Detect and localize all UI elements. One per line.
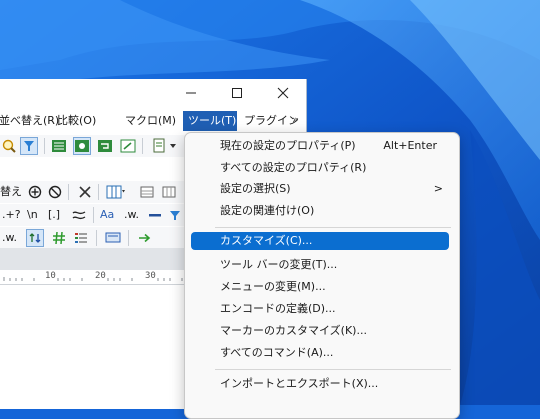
menu-item-label: マーカーのカスタマイズ(K)...	[220, 324, 367, 337]
match-case-button[interactable]: Aa	[100, 207, 114, 223]
grid-icon[interactable]	[138, 183, 156, 201]
menu-item-toolbar-change[interactable]: ツール バーの変更(T)...	[191, 254, 451, 276]
menu-separator	[215, 227, 451, 228]
document-icon[interactable]	[150, 137, 168, 155]
toolbar-separator	[98, 184, 99, 200]
menu-item-select-config[interactable]: 設定の選択(S) >	[191, 178, 451, 200]
minimize-button[interactable]	[168, 79, 214, 107]
tools-cross-icon[interactable]	[76, 183, 94, 201]
word-button[interactable]: .w.	[2, 230, 17, 246]
menu-item-label: すべてのコマンド(A)...	[220, 346, 334, 359]
menu-plugins[interactable]: プラグイン	[244, 111, 299, 131]
swap-icon[interactable]	[26, 229, 44, 247]
block-icon[interactable]	[46, 183, 64, 201]
menu-macro[interactable]: マクロ(M)	[125, 111, 176, 131]
menu-item-label: 設定の関連付け(O)	[220, 204, 315, 217]
menu-item-encoding-definition[interactable]: エンコードの定義(D)...	[191, 298, 451, 320]
menu-item-menu-change[interactable]: メニューの変更(M)...	[191, 276, 451, 298]
toolbar-separator	[44, 138, 45, 154]
menu-item-label: インポートとエクスポート(X)...	[220, 377, 379, 390]
menu-item-label: 現在の設定のプロパティ(P)	[220, 139, 356, 152]
menu-item-all-commands[interactable]: すべてのコマンド(A)...	[191, 342, 451, 364]
monitor-icon[interactable]	[104, 229, 122, 247]
tools-menu: 現在の設定のプロパティ(P) Alt+Enter すべての設定のプロパティ(R)…	[184, 132, 460, 419]
title-bar	[0, 79, 306, 107]
menu-overflow-chevron[interactable]: »	[292, 113, 299, 126]
approx-icon[interactable]	[70, 206, 88, 224]
regex-button[interactable]: .+?	[2, 207, 21, 223]
columns-icon[interactable]	[105, 183, 127, 201]
list-view-icon[interactable]	[50, 137, 68, 155]
menu-item-shortcut: Alt+Enter	[383, 139, 437, 152]
menu-item-config-association[interactable]: 設定の関連付け(O)	[191, 200, 451, 222]
menu-bar: 並べ替え(R) 比較(O) マクロ(M) ツール(T) プラグイン »	[0, 111, 306, 131]
bracket-button[interactable]: [.]	[48, 207, 60, 223]
add-icon[interactable]	[26, 183, 44, 201]
menu-item-label: 設定の選択(S)	[220, 182, 291, 195]
escape-button[interactable]: \n	[27, 207, 38, 223]
menu-separator	[215, 369, 451, 370]
submenu-arrow-icon: >	[433, 182, 443, 195]
menu-compare[interactable]: 比較(O)	[57, 111, 111, 131]
toolbar-separator	[142, 138, 143, 154]
find-icon[interactable]	[0, 137, 18, 155]
split-view-icon[interactable]	[73, 137, 91, 155]
menu-sort[interactable]: 並べ替え(R)	[0, 111, 59, 131]
sort-label[interactable]: 替え	[0, 184, 22, 200]
toolbar-separator	[93, 207, 94, 223]
toolbar-separator	[128, 230, 129, 246]
menu-item-import-export[interactable]: インポートとエクスポート(X)...	[191, 373, 451, 395]
maximize-icon	[232, 88, 242, 98]
filter-icon[interactable]	[20, 137, 38, 155]
menu-item-label: カスタマイズ(C)...	[220, 234, 313, 247]
toolbar-separator	[68, 184, 69, 200]
ruler-number: 20	[95, 271, 106, 281]
menu-item-label: メニューの変更(M)...	[220, 280, 326, 293]
ruler-number: 30	[145, 271, 156, 281]
close-button[interactable]	[260, 79, 306, 107]
menu-tools[interactable]: ツール(T)	[183, 111, 237, 131]
close-icon	[277, 87, 289, 99]
menu-item-label: すべての設定のプロパティ(R)	[220, 161, 367, 174]
list-format-icon[interactable]	[72, 229, 90, 247]
menu-item-marker-customize[interactable]: マーカーのカスタマイズ(K)...	[191, 320, 451, 342]
dropdown-arrow-icon[interactable]	[168, 137, 178, 155]
maximize-button[interactable]	[214, 79, 260, 107]
menu-item-customize[interactable]: カスタマイズ(C)...	[191, 232, 449, 250]
toolbar-separator	[96, 230, 97, 246]
ruler-number: 10	[45, 271, 56, 281]
export-icon[interactable]	[119, 137, 137, 155]
wrap-icon[interactable]	[96, 137, 114, 155]
menu-item-all-properties[interactable]: すべての設定のプロパティ(R)	[191, 157, 451, 179]
menu-item-current-properties[interactable]: 現在の設定のプロパティ(P) Alt+Enter	[191, 135, 451, 157]
minimize-icon	[186, 92, 196, 94]
hash-icon[interactable]	[50, 229, 68, 247]
whole-word-button[interactable]: .w.	[124, 207, 139, 223]
menu-item-label: エンコードの定義(D)...	[220, 302, 336, 315]
dash-icon[interactable]	[146, 206, 164, 224]
filter-small-icon[interactable]	[166, 206, 184, 224]
menu-item-label: ツール バーの変更(T)...	[220, 258, 338, 271]
run-arrow-icon[interactable]	[136, 229, 154, 247]
grid-alt-icon[interactable]	[160, 183, 178, 201]
